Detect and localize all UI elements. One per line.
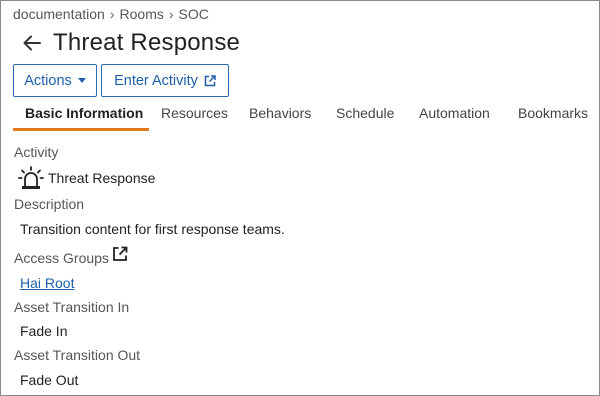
tab-basic-information[interactable]: Basic Information — [25, 105, 143, 121]
activity-value: Threat Response — [48, 170, 156, 186]
caret-down-icon — [77, 78, 86, 83]
activity-value-row: Threat Response — [18, 166, 155, 190]
active-tab-indicator — [13, 128, 149, 131]
breadcrumb-item-soc[interactable]: SOC — [179, 6, 209, 22]
tab-resources[interactable]: Resources — [161, 105, 228, 121]
breadcrumb-separator: › — [109, 6, 115, 22]
back-arrow-icon[interactable] — [22, 33, 42, 53]
tab-behaviors[interactable]: Behaviors — [249, 105, 311, 121]
activity-label: Activity — [14, 144, 59, 160]
breadcrumb-item-documentation[interactable]: documentation — [13, 6, 105, 22]
actions-button[interactable]: Actions — [13, 64, 97, 97]
actions-button-label: Actions — [24, 72, 72, 89]
enter-activity-label: Enter Activity — [114, 72, 198, 89]
breadcrumb-item-rooms[interactable]: Rooms — [120, 6, 164, 22]
description-value: Transition content for first response te… — [20, 221, 285, 237]
tab-schedule[interactable]: Schedule — [336, 105, 394, 121]
title-row: Threat Response — [22, 28, 240, 58]
access-groups-label: Access Groups — [14, 250, 109, 266]
tab-automation[interactable]: Automation — [419, 105, 490, 121]
enter-activity-button[interactable]: Enter Activity — [101, 64, 229, 97]
app-window: documentation › Rooms › SOC Threat Response … — [0, 0, 600, 396]
siren-icon — [18, 166, 44, 190]
page-title: Threat Response — [53, 29, 241, 56]
external-link-icon[interactable] — [112, 246, 128, 262]
asset-transition-in-label: Asset Transition In — [14, 299, 130, 315]
access-group-link[interactable]: Hai Root — [20, 275, 74, 291]
breadcrumb: documentation › Rooms › SOC — [13, 6, 209, 22]
external-link-icon — [204, 74, 216, 87]
tab-bookmarks[interactable]: Bookmarks — [518, 105, 588, 121]
asset-transition-out-value: Fade Out — [20, 372, 79, 388]
asset-transition-out-label: Asset Transition Out — [14, 347, 141, 363]
description-label: Description — [14, 196, 85, 212]
asset-transition-in-value: Fade In — [20, 323, 68, 339]
breadcrumb-separator: › — [168, 6, 174, 22]
